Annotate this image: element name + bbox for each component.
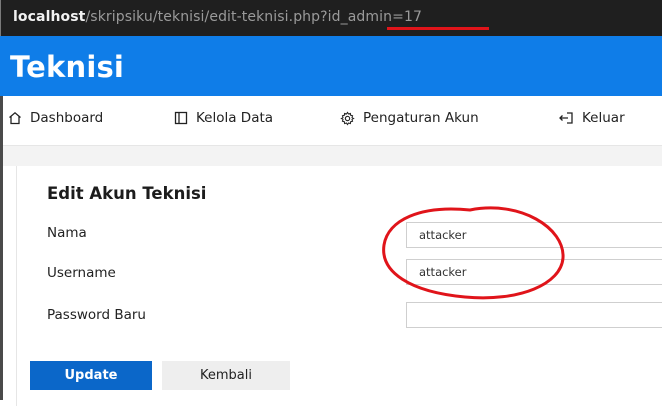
browser-address-bar[interactable]: localhost/skripsiku/teknisi/edit-teknisi… <box>0 0 662 36</box>
layout-icon <box>174 111 188 125</box>
nav-item-dashboard[interactable]: Dashboard <box>8 110 103 126</box>
nav-label: Pengaturan Akun <box>363 110 479 126</box>
nav-label: Dashboard <box>30 110 104 126</box>
url-host: localhost <box>13 9 86 25</box>
top-nav: Dashboard Kelola Data Pengaturan Akun Ke… <box>0 96 662 146</box>
password-baru-input[interactable] <box>406 302 662 328</box>
field-label-password-baru: Password Baru <box>47 307 146 323</box>
window-edge <box>0 96 3 400</box>
username-input[interactable] <box>406 259 662 285</box>
logout-icon <box>558 111 574 125</box>
nav-item-kelola-data[interactable]: Kelola Data <box>174 110 273 126</box>
form-title: Edit Akun Teknisi <box>47 184 207 203</box>
nav-label: Kelola Data <box>196 110 274 126</box>
content-separator <box>0 146 662 166</box>
nav-label: Keluar <box>582 110 625 126</box>
nav-item-keluar[interactable]: Keluar <box>558 110 625 126</box>
gear-icon <box>340 110 355 126</box>
url-path: /skripsiku/teknisi/edit-teknisi.php?id_a… <box>85 9 422 25</box>
url-text[interactable]: localhost/skripsiku/teknisi/edit-teknisi… <box>13 9 422 25</box>
home-icon <box>8 111 22 125</box>
annotation-underline <box>387 27 489 30</box>
field-label-nama: Nama <box>47 225 87 241</box>
update-button[interactable]: Update <box>30 361 152 390</box>
app-brand: Teknisi <box>10 50 125 84</box>
field-label-username: Username <box>47 265 116 281</box>
kembali-button[interactable]: Kembali <box>162 361 290 390</box>
nama-input[interactable] <box>406 222 662 248</box>
nav-item-pengaturan-akun[interactable]: Pengaturan Akun <box>340 110 479 126</box>
